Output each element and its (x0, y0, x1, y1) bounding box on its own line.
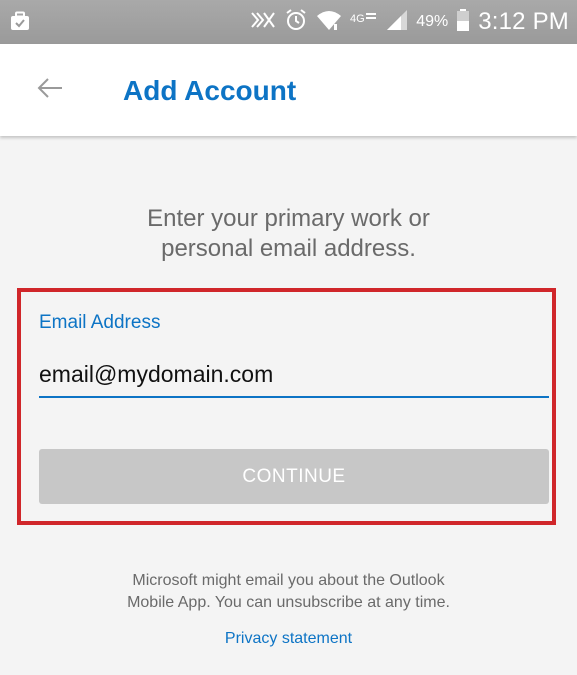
email-input[interactable] (39, 352, 549, 398)
wifi-icon (316, 8, 342, 37)
cell-signal-icon (386, 9, 408, 36)
alarm-icon (284, 8, 308, 37)
page-title: Add Account (123, 75, 297, 106)
instruction-line-1: Enter your primary work or (147, 205, 430, 232)
email-label: Email Address (39, 312, 161, 333)
arrow-left-icon (36, 77, 64, 104)
disclaimer-text: Microsoft might email you about the Outl… (0, 570, 577, 614)
battery-percent: 49% (416, 13, 449, 30)
back-button[interactable] (30, 70, 70, 110)
privacy-statement-link[interactable]: Privacy statement (0, 628, 577, 650)
lte-icon: 4G (350, 8, 378, 37)
svg-text:4G: 4G (350, 13, 365, 25)
disclaimer-line-2: Mobile App. You can unsubscribe at any t… (127, 594, 450, 611)
app-bar: Add Account (0, 44, 577, 136)
status-bar: 4G 49% 3:12 PM (0, 0, 577, 44)
disclaimer-line-1: Microsoft might email you about the Outl… (132, 572, 445, 589)
signal-boost-icon (250, 9, 276, 36)
status-icons: 4G 49% 3:12 PM (250, 0, 569, 44)
battery-icon (456, 8, 470, 37)
instruction-line-2: personal email address. (161, 235, 416, 262)
continue-button[interactable]: CONTINUE (39, 449, 549, 504)
status-time: 3:12 PM (478, 8, 569, 35)
briefcase-check-icon (10, 11, 30, 31)
instruction-text: Enter your primary work or personal emai… (0, 204, 577, 264)
